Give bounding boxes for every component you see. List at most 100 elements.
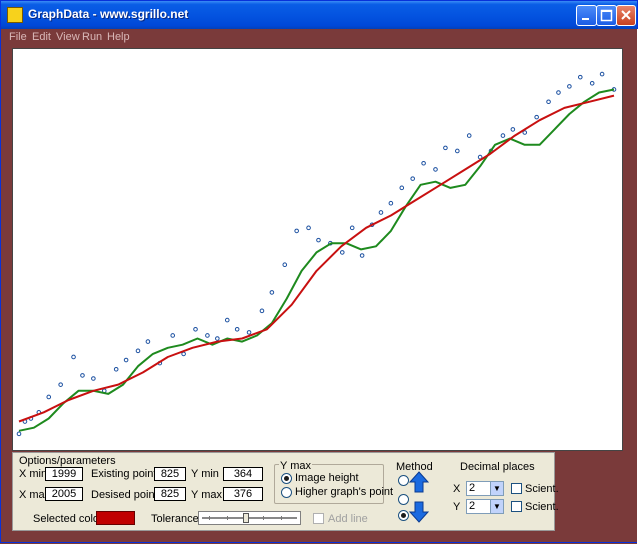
data-point [46,394,52,400]
title-bar[interactable]: GraphData - www.sgrillo.net [1,1,637,29]
data-point [359,253,365,258]
scient-y-label: Scient. [525,501,559,513]
graph-plot [16,71,617,437]
data-point [455,148,460,154]
menu-help[interactable]: Help [107,31,130,43]
decimal-x-value: 2 [469,482,476,494]
data-point [205,333,210,338]
selected-color-label: Selected color [33,513,103,525]
menu-run[interactable]: Run [82,31,102,43]
data-point [135,348,141,354]
data-point [193,327,198,332]
ymax-field[interactable]: 376 [223,487,263,501]
data-point [294,228,299,234]
data-point [170,333,176,338]
scient-x-checkbox[interactable] [511,483,522,494]
data-point [534,114,539,120]
ymax-higher-point-radio[interactable] [281,487,292,498]
menu-file[interactable]: File [9,31,27,43]
minimize-icon [582,18,589,20]
ymax-group: Y max Image height Higher graph's point [274,460,393,504]
maximize-icon [600,9,613,22]
data-point [556,90,561,95]
method-down-radio[interactable] [398,510,409,521]
data-point [91,376,96,381]
tolerance-track [202,517,297,519]
tolerance-label: Tolerance [151,513,199,525]
data-point [589,81,595,86]
menu-bar: File Edit View Run Help [1,29,637,47]
close-button[interactable] [616,5,636,26]
data-point [282,262,288,268]
data-point [599,71,605,77]
desired-points-field[interactable]: 825 [154,487,186,501]
data-point [466,133,472,138]
graph-canvas[interactable] [12,48,623,451]
tolerance-slider[interactable] [198,511,301,525]
close-icon [621,10,631,20]
ymax-higher-point-label: Higher graph's point [295,486,394,498]
data-point [433,167,438,172]
tolerance-thumb[interactable] [242,513,249,523]
data-point [388,200,394,206]
minimize-button[interactable] [576,5,597,26]
data-point [16,431,22,437]
data-point [80,373,85,378]
decimal-x-label: X [453,483,461,495]
chevron-down-icon[interactable]: ▼ [490,482,503,495]
method-up-radio[interactable] [398,475,409,486]
decimal-y-label: Y [453,501,461,513]
options-group-title: Options/parameters [19,455,116,467]
data-point [234,327,240,332]
data-point [443,145,448,151]
data-point [500,133,506,138]
data-point [58,382,63,387]
data-point [378,210,384,215]
maximize-button[interactable] [596,5,617,26]
ymax-image-height-label: Image height [295,472,359,484]
arrow-up-icon[interactable] [409,471,429,493]
data-point [145,339,151,344]
data-point [399,185,405,191]
app-icon [7,7,23,23]
data-point [246,330,252,335]
method-middle-radio[interactable] [398,494,409,505]
scient-y-checkbox[interactable] [511,501,522,512]
data-point [577,74,583,80]
xmin-label: X min [19,468,48,480]
data-point [349,225,355,231]
data-point [546,99,551,105]
chevron-down-icon[interactable]: ▼ [490,500,503,513]
data-point [71,354,76,360]
ymax-image-height-radio[interactable] [281,473,292,484]
menu-view[interactable]: View [56,31,80,43]
data-point [259,308,265,314]
data-point [215,336,220,341]
add-line-label: Add line [328,513,368,525]
data-point [306,225,311,231]
data-point [123,357,129,363]
data-point [410,176,415,181]
add-line-checkbox[interactable] [313,513,324,524]
smooth-curve [18,88,615,432]
scient-x-label: Scient. [525,483,559,495]
existing-points-field[interactable]: 825 [154,467,186,481]
options-panel: Options/parameters X min 1999 X max 2005… [12,452,559,531]
data-point [316,237,321,243]
menu-edit[interactable]: Edit [32,31,51,43]
decimal-x-select[interactable]: 2 ▼ [466,481,504,496]
decimal-places-title: Decimal places [460,461,535,473]
data-point [339,250,345,255]
decimal-y-select[interactable]: 2 ▼ [466,499,504,514]
selected-color-swatch[interactable] [96,511,135,525]
data-point [421,160,426,166]
ymax-group-title: Y max [279,460,312,472]
ymin-field[interactable]: 364 [223,467,263,481]
arrow-down-icon[interactable] [409,501,429,523]
xmin-field[interactable]: 1999 [45,467,83,481]
ymin-label: Y min [191,468,219,480]
window-title: GraphData - www.sgrillo.net [28,7,189,21]
decimal-y-value: 2 [469,500,476,512]
xmax-field[interactable]: 2005 [45,487,83,501]
data-point [567,84,572,89]
